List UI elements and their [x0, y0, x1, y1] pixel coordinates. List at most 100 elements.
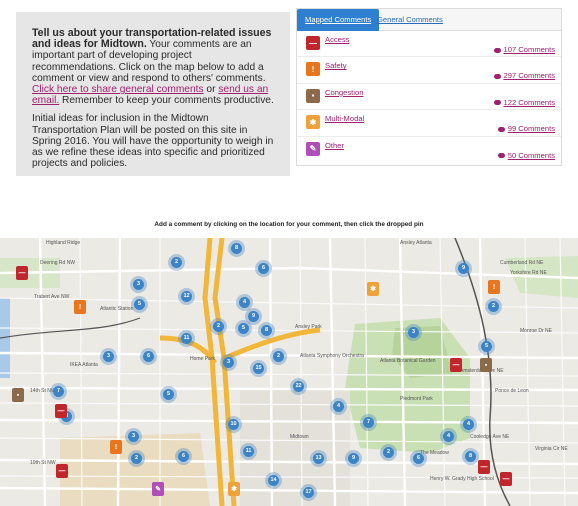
no-entry-icon[interactable]: —	[306, 36, 320, 50]
comment-count-link[interactable]: 122 Comments	[493, 97, 556, 107]
comment-cluster-marker[interactable]: 3	[405, 324, 422, 341]
comment-count-link[interactable]: 107 Comments	[493, 45, 555, 54]
comment-cluster-marker[interactable]: 2	[380, 444, 397, 461]
comment-cluster-marker[interactable]: 6	[410, 450, 427, 467]
comment-cluster-marker[interactable]: 10	[225, 416, 242, 433]
comment-cluster-marker[interactable]: 5	[478, 338, 495, 355]
comment-cluster-marker[interactable]: 3	[130, 276, 147, 293]
comment-cluster-marker[interactable]: 3	[125, 428, 142, 445]
comment-cluster-marker[interactable]: 7	[50, 383, 67, 400]
cluster-count: 7	[363, 417, 374, 428]
comment-count-link[interactable]: 50 Comments	[497, 151, 555, 160]
comment-cluster-marker[interactable]: 12	[178, 288, 195, 305]
category-link[interactable]: Congestion	[325, 88, 363, 97]
no-entry-map-pin[interactable]: —	[500, 472, 512, 486]
comment-cluster-marker[interactable]: 9	[455, 260, 472, 277]
street-label: Ponce de Leon	[495, 388, 529, 394]
pedestrian-icon[interactable]: ✱	[306, 115, 320, 130]
traffic-light-map-pin[interactable]: ▪	[12, 388, 24, 402]
comment-cluster-marker[interactable]: 8	[258, 322, 275, 339]
comment-cluster-marker[interactable]: 8	[228, 240, 245, 257]
comment-count: 122 Comments	[503, 97, 556, 107]
cluster-count: 3	[128, 431, 139, 442]
intro-paragraph: Tell us about your transportation-relate…	[32, 27, 276, 106]
traffic-light-map-pin[interactable]: ▪	[480, 358, 492, 372]
category-list: — Access 107 Comments! Safety 297 Comments ▪ C…	[297, 31, 561, 163]
comment-cluster-marker[interactable]: 11	[240, 443, 257, 460]
comment-cluster-marker[interactable]: 6	[255, 260, 272, 277]
warning-icon[interactable]: !	[306, 62, 320, 77]
comment-cluster-marker[interactable]: 17	[300, 484, 317, 501]
street-label: Monroe Dr NE	[520, 328, 552, 334]
comment-cluster-marker[interactable]: 5	[235, 320, 252, 337]
comment-cluster-marker[interactable]: 8	[462, 448, 479, 465]
comment-cluster-marker[interactable]: 11	[178, 330, 195, 347]
cluster-count: 8	[231, 243, 242, 254]
comment-count-link[interactable]: 99 Comments	[497, 124, 555, 133]
comment-cluster-marker[interactable]: 22	[290, 378, 307, 395]
comment-cluster-marker[interactable]: 3	[100, 348, 117, 365]
comment-cluster-marker[interactable]: 14	[265, 472, 282, 489]
street-label: Trabert Ave NW	[34, 294, 70, 300]
cluster-count: 2	[488, 301, 499, 312]
comment-cluster-marker[interactable]: 3	[220, 354, 237, 371]
comment-cluster-marker[interactable]: 2	[168, 254, 185, 271]
tab-general-comments[interactable]: General Comments	[369, 9, 451, 31]
tab-mapped-comments[interactable]: Mapped Comments	[297, 9, 380, 31]
comment-cluster-marker[interactable]: 5	[160, 386, 177, 403]
comment-cluster-marker[interactable]: 2	[485, 298, 502, 315]
no-entry-map-pin[interactable]: —	[55, 404, 67, 418]
no-entry-map-pin[interactable]: —	[478, 460, 490, 474]
comment-cluster-marker[interactable]: 5	[131, 296, 148, 313]
comment-count: 297 Comments	[503, 71, 556, 81]
cluster-count: 5	[163, 389, 174, 400]
category-link[interactable]: Multi-Modal	[325, 114, 364, 123]
comment-bubble-icon	[493, 100, 501, 106]
cluster-count: 3	[223, 357, 234, 368]
general-comments-link[interactable]: Click here to share general comments	[32, 84, 204, 95]
pedestrian-map-pin[interactable]: ✱	[228, 482, 240, 496]
no-entry-map-pin[interactable]: —	[56, 464, 68, 478]
category-link[interactable]: Safety	[325, 61, 347, 70]
comment-cluster-marker[interactable]: 2	[210, 318, 227, 335]
comments-panel: Mapped Comments General Comments — Access…	[296, 8, 562, 166]
warning-map-pin[interactable]: !	[74, 300, 86, 314]
cluster-count: 15	[253, 363, 264, 374]
cluster-count: 4	[333, 401, 344, 412]
no-entry-map-pin[interactable]: —	[16, 266, 28, 280]
warning-map-pin[interactable]: !	[488, 280, 500, 294]
comment-cluster-marker[interactable]: 13	[310, 450, 327, 467]
warning-map-pin[interactable]: !	[110, 440, 122, 454]
street-label: Cooledge Ave NE	[470, 434, 510, 440]
comment-cluster-marker[interactable]: 4	[330, 398, 347, 415]
comment-cluster-marker[interactable]: 6	[140, 348, 157, 365]
category-link[interactable]: Access	[325, 35, 349, 44]
street-label: IKEA Atlanta	[70, 362, 98, 368]
pedestrian-map-pin[interactable]: ✱	[367, 282, 379, 296]
comment-count-link[interactable]: 297 Comments	[493, 71, 556, 81]
comment-cluster-marker[interactable]: 6	[175, 448, 192, 465]
category-row: ▪ Congestion 122 Comments	[297, 84, 561, 111]
street-label: Highland Ridge	[46, 240, 81, 246]
comment-cluster-marker[interactable]: 2	[128, 450, 145, 467]
comment-cluster-marker[interactable]: 4	[460, 416, 477, 433]
no-entry-map-pin[interactable]: —	[450, 358, 462, 372]
comment-map[interactable]: Deering Rd NW Trabert Ave NW Atlantic Stat…	[0, 238, 578, 506]
cluster-count: 8	[261, 325, 272, 336]
street-label: Atlantic Station	[100, 306, 134, 312]
category-link[interactable]: Other	[325, 141, 344, 150]
comment-bubble-icon	[493, 47, 501, 53]
comment-cluster-marker[interactable]: 9	[345, 450, 362, 467]
comment-cluster-marker[interactable]: 15	[250, 360, 267, 377]
traffic-light-icon[interactable]: ▪	[306, 88, 320, 103]
cluster-count: 2	[383, 447, 394, 458]
cluster-count: 6	[143, 351, 154, 362]
street-label: Ansley Atlanta	[400, 240, 432, 246]
comment-cluster-marker[interactable]: 7	[360, 414, 377, 431]
comment-cluster-marker[interactable]: 4	[440, 428, 457, 445]
chat-icon[interactable]: ✎	[306, 141, 320, 156]
cluster-count: 5	[481, 341, 492, 352]
chat-map-pin[interactable]: ✎	[152, 482, 164, 496]
street-label: Henry W. Grady High School	[430, 476, 494, 482]
comment-cluster-marker[interactable]: 2	[270, 348, 287, 365]
